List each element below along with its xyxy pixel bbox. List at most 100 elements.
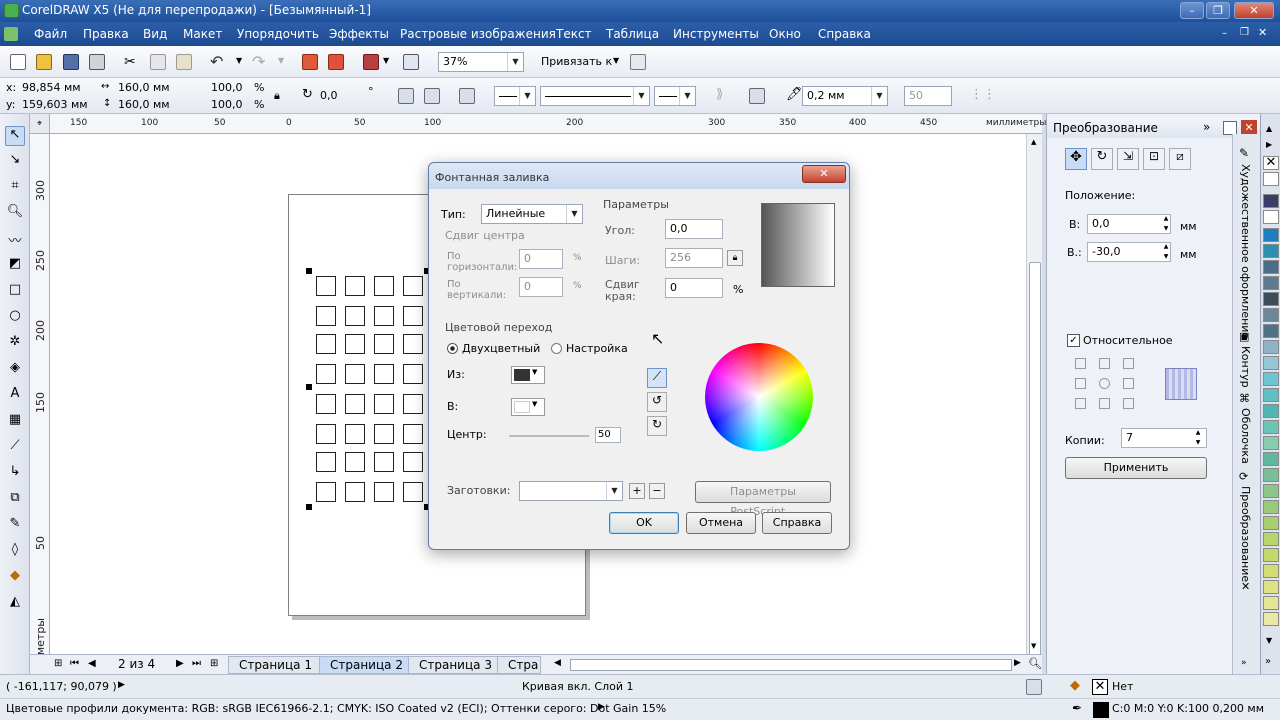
menu-help[interactable]: Справка <box>818 27 871 41</box>
mdi-minimize-icon[interactable]: – <box>1222 28 1227 39</box>
menu-text[interactable]: Текст <box>556 27 592 41</box>
anchor-grid[interactable] <box>1075 358 1137 414</box>
palette-menu-icon[interactable]: ▶ <box>1266 140 1272 149</box>
palette-swatch[interactable] <box>1263 308 1279 322</box>
paste-icon[interactable] <box>176 54 192 70</box>
ruler-origin-icon[interactable]: ⌖ <box>30 114 50 134</box>
selection-handle[interactable] <box>306 504 312 510</box>
outline-color-swatch[interactable] <box>1093 702 1109 718</box>
mirror-horizontal-icon[interactable] <box>398 88 414 104</box>
rectangle-tool-icon[interactable]: □ <box>5 282 25 302</box>
palette-swatch[interactable] <box>1263 612 1279 626</box>
mid-point-slider[interactable] <box>509 435 589 437</box>
menu-window[interactable]: Окно <box>769 27 801 41</box>
palette-swatch[interactable] <box>1263 420 1279 434</box>
maximize-button[interactable]: ❐ <box>1206 2 1230 19</box>
grid-icon[interactable]: ⋮⋮ <box>970 87 996 102</box>
palette-swatch[interactable] <box>1263 452 1279 466</box>
welcome-screen-icon[interactable] <box>403 54 419 70</box>
transformation-icon[interactable]: ⟳ <box>1239 470 1248 483</box>
application-launcher-icon[interactable] <box>363 54 379 70</box>
chevron-down-icon[interactable]: ▼ <box>633 87 649 105</box>
interactive-fill-tool-icon[interactable]: ◭ <box>5 594 25 614</box>
page-tab-4[interactable]: Стра <box>497 656 541 674</box>
color-profiles-info[interactable]: Цветовые профили документа: RGB: sRGB IE… <box>6 702 666 715</box>
steps-lock-icon[interactable]: 🔒︎ <box>727 250 743 266</box>
options-icon[interactable] <box>630 54 646 70</box>
palette-swatch[interactable] <box>1263 228 1279 242</box>
zoom-tool-icon[interactable]: 🔍︎ <box>5 204 25 224</box>
palette-swatch[interactable] <box>1263 596 1279 610</box>
direct-blend-icon[interactable]: ⟋ <box>647 368 667 388</box>
convert-to-curves-icon[interactable] <box>459 88 475 104</box>
menu-view[interactable]: Вид <box>143 27 167 41</box>
selection-handle[interactable] <box>306 268 312 274</box>
no-color-swatch[interactable]: ✕ <box>1263 156 1279 170</box>
snap-to-dropdown-icon[interactable]: ▼ <box>613 56 619 65</box>
chevron-down-icon[interactable]: ▼ <box>519 87 535 105</box>
zoom-navigator-icon[interactable]: 🔍︎ <box>1028 657 1042 670</box>
selection-handle[interactable] <box>306 384 312 390</box>
palette-swatch[interactable] <box>1263 244 1279 258</box>
save-icon[interactable] <box>63 54 79 70</box>
palette-swatch[interactable] <box>1263 292 1279 306</box>
connector-tool-icon[interactable]: ↳ <box>5 464 25 484</box>
relative-checkbox[interactable]: ✓ <box>1067 334 1080 347</box>
to-color-picker[interactable]: ▼ <box>511 398 545 416</box>
tab-contour[interactable]: Контур <box>1239 346 1252 388</box>
page-tab-3[interactable]: Страница 3 <box>408 656 503 674</box>
object-properties-icon[interactable] <box>1026 679 1042 695</box>
document-icon[interactable] <box>4 27 18 41</box>
scale-mode-icon[interactable]: ⇲ <box>1117 148 1139 170</box>
docker-restore-icon[interactable] <box>1223 121 1237 135</box>
mirror-vertical-icon[interactable] <box>424 88 440 104</box>
blend-tool-icon[interactable]: ⧉ <box>5 490 25 510</box>
menu-tools[interactable]: Инструменты <box>673 27 759 41</box>
palette-swatch[interactable] <box>1263 532 1279 546</box>
tabs-expand-icon[interactable]: » <box>1241 658 1247 668</box>
color-wheel[interactable] <box>705 343 813 451</box>
palette-swatch[interactable] <box>1263 468 1279 482</box>
chevron-down-icon[interactable]: ▼ <box>507 53 523 71</box>
horizontal-scrollbar[interactable] <box>570 659 1012 671</box>
menu-file[interactable]: Файл <box>34 27 67 41</box>
v-spinner-icon[interactable]: ▲ ▼ <box>1159 242 1173 262</box>
dimension-tool-icon[interactable]: ⟋ <box>5 438 25 458</box>
undo-icon[interactable]: ↶ <box>210 52 223 71</box>
envelope-icon[interactable]: ⌘ <box>1239 392 1250 405</box>
postscript-options-button[interactable]: Параметры PostScript... <box>695 481 831 518</box>
contour-icon[interactable]: ▣ <box>1239 330 1249 343</box>
prev-page-icon[interactable]: ◀ <box>88 658 96 669</box>
gradient-preview[interactable] <box>761 203 835 287</box>
minimize-button[interactable]: – <box>1180 2 1204 19</box>
cancel-button[interactable]: Отмена <box>686 512 756 534</box>
new-icon[interactable] <box>10 54 26 70</box>
mid-point-input[interactable]: 50 <box>595 427 621 443</box>
scroll-up-icon[interactable]: ▲ <box>1031 138 1036 146</box>
tabs-close-icon[interactable]: ✕ <box>1241 580 1250 593</box>
position-mode-icon[interactable]: ✥ <box>1065 148 1087 170</box>
palette-down-icon[interactable]: ▼ <box>1266 636 1272 645</box>
palette-swatch[interactable] <box>1263 580 1279 594</box>
crop-tool-icon[interactable]: ⌗ <box>5 178 25 198</box>
remove-preset-icon[interactable]: − <box>649 483 665 499</box>
vertical-offset-input[interactable]: 0 <box>519 277 563 297</box>
open-icon[interactable] <box>36 54 52 70</box>
object-width-field[interactable]: 160,0 мм <box>118 81 170 94</box>
menu-edit[interactable]: Правка <box>83 27 129 41</box>
dialog-close-button[interactable]: ✕ <box>802 165 846 183</box>
undo-dropdown-icon[interactable]: ▼ <box>236 56 242 65</box>
smart-fill-tool-icon[interactable]: ◩ <box>5 256 25 276</box>
next-page-icon[interactable]: ▶ <box>176 658 184 669</box>
edge-pad-input[interactable]: 0 <box>665 278 723 298</box>
cut-icon[interactable]: ✂ <box>124 54 136 70</box>
custom-radio[interactable] <box>551 343 562 354</box>
palette-swatch[interactable] <box>1263 324 1279 338</box>
chevron-down-icon[interactable]: ▼ <box>606 482 622 500</box>
redo-dropdown-icon[interactable]: ▼ <box>278 56 284 65</box>
add-preset-icon[interactable]: + <box>629 483 645 499</box>
start-arrowhead-combo[interactable]: ▼ <box>494 86 536 106</box>
freehand-tool-icon[interactable]: 〰 <box>5 230 25 250</box>
fill-type-select[interactable]: Линейные ▼ <box>481 204 583 224</box>
text-tool-icon[interactable]: A <box>5 386 25 406</box>
